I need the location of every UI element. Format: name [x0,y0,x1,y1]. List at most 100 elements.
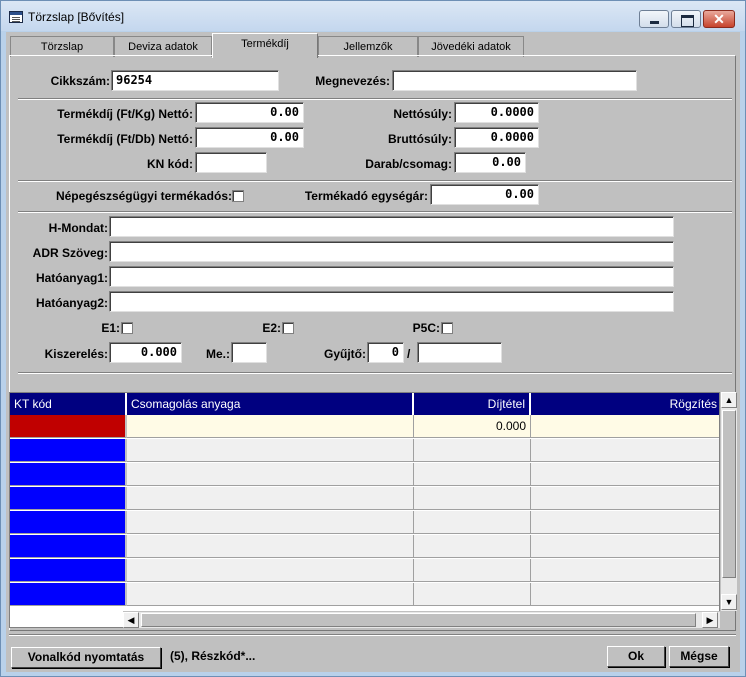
table-cell[interactable] [531,535,719,558]
table-cell[interactable] [414,511,531,534]
termekado-field[interactable]: 0.00 [430,184,539,205]
termekdij-db-label: Termékdíj (Ft/Db) Nettó: [57,132,193,146]
barcode-print-button[interactable]: Vonalkód nyomtatás [11,647,161,668]
separator [18,372,732,374]
row-marker-cell[interactable] [10,439,127,462]
gyujto-field[interactable]: 0 [367,342,404,363]
row-marker-cell[interactable] [10,583,127,606]
nepegeszseg-label: Népegészségügyi termékadós: [55,189,232,203]
table-row[interactable] [10,583,719,607]
grid-vertical-scrollbar[interactable]: ▲ ▼ [720,392,737,611]
table-cell[interactable] [127,463,414,486]
e2-checkbox[interactable] [282,322,294,334]
kiszereles-label: Kiszerelés: [44,347,108,361]
column-header-dijtetel[interactable]: Díjtétel [414,393,531,415]
scroll-up-icon[interactable]: ▲ [721,392,737,408]
tab-termekdij[interactable]: Termékdíj [212,33,318,58]
scroll-right-icon[interactable]: ▶ [702,612,718,628]
cikkszam-field[interactable]: 96254 [111,70,279,91]
termekdij-kg-field[interactable]: 0.00 [195,102,304,123]
grid-horizontal-scrollbar[interactable]: ◀ ▶ [123,611,720,628]
table-row[interactable] [10,439,719,463]
e1-checkbox[interactable] [121,322,133,334]
hatoanyag1-field[interactable] [109,266,674,287]
table-cell[interactable] [414,559,531,582]
table-cell[interactable] [531,487,719,510]
table-cell[interactable] [127,439,414,462]
row-marker-cell[interactable] [10,511,127,534]
column-header-csomagolas[interactable]: Csomagolás anyaga [127,393,414,415]
e2-label: E2: [262,321,281,335]
column-header-rogzites[interactable]: Rögzítés [531,393,719,415]
table-cell[interactable] [414,487,531,510]
table-cell[interactable] [127,535,414,558]
gyujto-field-2[interactable] [417,342,502,363]
dialog-window: Törzslap [Bővítés] ✕ Törzslap Deviza ada… [0,0,746,677]
separator [9,634,736,636]
darab-field[interactable]: 0.00 [454,152,526,173]
table-cell[interactable] [127,559,414,582]
table-row[interactable] [10,511,719,535]
table-cell[interactable] [531,415,719,438]
column-header-kt-kod[interactable]: KT kód [10,393,127,415]
close-button[interactable]: ✕ [703,10,735,28]
vertical-scroll-thumb[interactable] [722,410,736,578]
hatoanyag2-field[interactable] [109,291,674,312]
tab-deviza-adatok[interactable]: Deviza adatok [114,36,212,57]
bruttosuly-field[interactable]: 0.0000 [454,127,539,148]
table-cell[interactable] [127,511,414,534]
termekdij-db-field[interactable]: 0.00 [195,127,304,148]
nettosuly-field[interactable]: 0.0000 [454,102,539,123]
row-marker-cell[interactable] [10,415,127,438]
maximize-button[interactable] [671,10,701,28]
scroll-left-icon[interactable]: ◀ [123,612,139,628]
row-marker-cell[interactable] [10,463,127,486]
table-cell[interactable] [531,463,719,486]
table-cell[interactable] [414,439,531,462]
separator [18,98,732,100]
row-marker-cell[interactable] [10,487,127,510]
ok-button[interactable]: Ok [607,646,665,667]
me-field[interactable] [231,342,267,363]
table-cell[interactable]: 0.000 [414,415,531,438]
table-cell[interactable] [127,415,414,438]
packaging-grid[interactable]: KT kód Csomagolás anyaga Díjtétel Rögzít… [9,392,720,628]
row-marker-cell[interactable] [10,559,127,582]
table-cell[interactable] [531,439,719,462]
h-mondat-field[interactable] [109,216,674,237]
title-bar[interactable]: Törzslap [Bővítés] ✕ [1,1,745,31]
minimize-button[interactable] [639,10,669,28]
table-cell[interactable] [414,583,531,606]
table-row[interactable] [10,535,719,559]
table-cell[interactable] [127,583,414,606]
scroll-down-icon[interactable]: ▼ [721,594,737,610]
table-cell[interactable] [414,535,531,558]
kn-kod-field[interactable] [195,152,267,173]
cancel-button[interactable]: Mégse [669,646,729,667]
table-cell[interactable] [531,583,719,606]
table-row[interactable] [10,487,719,511]
tab-joved-adatok[interactable]: Jövedéki adatok [418,36,524,57]
form-icon [9,11,23,23]
adr-field[interactable] [109,241,674,262]
horizontal-scroll-thumb[interactable] [141,613,696,627]
table-row[interactable] [10,463,719,487]
p5c-checkbox[interactable] [441,322,453,334]
table-cell[interactable] [127,487,414,510]
kiszereles-field[interactable]: 0.000 [109,342,182,363]
nepegeszseg-checkbox[interactable] [232,190,244,202]
megnevezes-field[interactable] [392,70,637,91]
tab-torzslap[interactable]: Törzslap [10,36,114,57]
table-row[interactable] [10,559,719,583]
megnevezes-label: Megnevezés: [315,74,390,88]
table-cell[interactable] [531,511,719,534]
row-marker-cell[interactable] [10,535,127,558]
table-cell[interactable] [414,463,531,486]
close-icon: ✕ [713,11,725,27]
cikkszam-label: Cikkszám: [50,74,110,88]
table-row[interactable]: 0.000 [10,415,719,439]
termekdij-kg-label: Termékdíj (Ft/Kg) Nettó: [57,107,193,121]
table-cell[interactable] [531,559,719,582]
window-title: Törzslap [Bővítés] [28,10,125,24]
tab-jellemzok[interactable]: Jellemzők [318,36,418,57]
